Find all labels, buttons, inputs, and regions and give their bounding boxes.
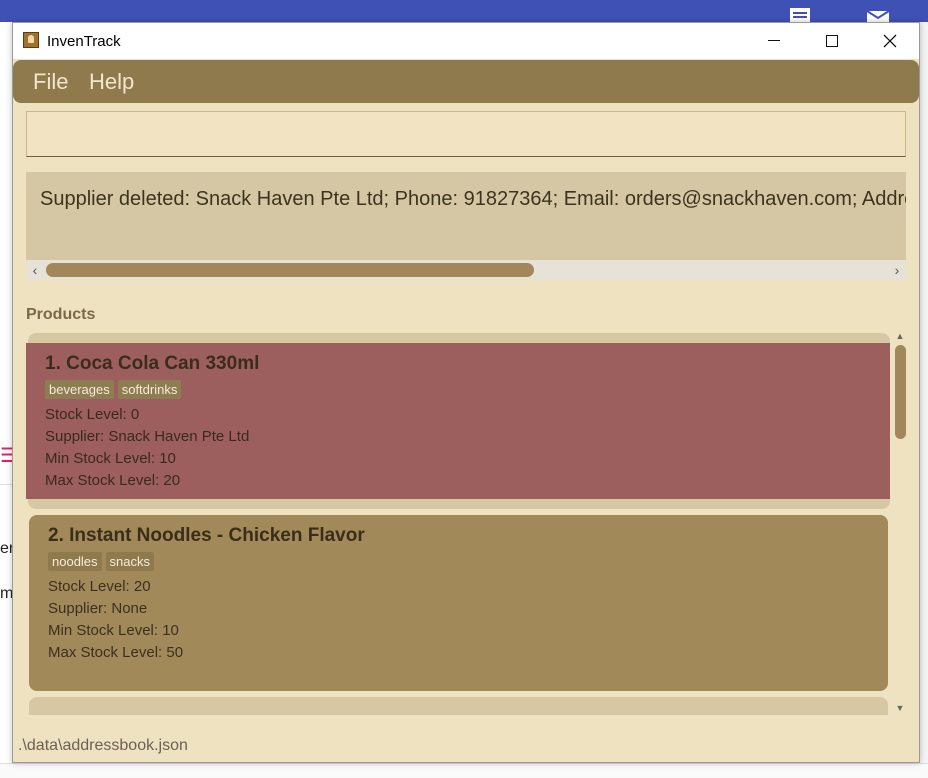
- menu-file[interactable]: File: [33, 69, 68, 95]
- scrollbar-thumb[interactable]: [895, 345, 906, 439]
- close-icon: [883, 34, 897, 48]
- tag: softdrinks: [117, 380, 182, 399]
- status-bar: .\data\addressbook.json: [13, 729, 919, 762]
- stock-level: Stock Level: 0: [45, 406, 140, 423]
- tag: noodles: [48, 552, 102, 571]
- scroll-left-icon[interactable]: ‹: [26, 260, 44, 280]
- app-icon: [23, 32, 39, 48]
- product-title: 2. Instant Noodles - Chicken Flavor: [48, 525, 365, 546]
- max-stock-level: Max Stock Level: 50: [48, 644, 184, 661]
- tag: snacks: [105, 552, 155, 571]
- stock-level: Stock Level: 20: [48, 578, 151, 595]
- product-card[interactable]: [29, 697, 888, 715]
- product-card[interactable]: 2. Instant Noodles - Chicken Flavor nood…: [29, 515, 888, 691]
- background-app-panel: ☰ er m: [0, 22, 18, 777]
- title-bar: InvenTrack: [13, 23, 919, 59]
- save-location: .\data\addressbook.json: [18, 737, 188, 754]
- app-window: InvenTrack File Help Supplier deleted: S…: [12, 22, 920, 763]
- product-card[interactable]: 1. Coca Cola Can 330ml beverages softdrin…: [26, 343, 890, 499]
- supplier: Supplier: None: [48, 600, 148, 617]
- tag: beverages: [45, 380, 114, 399]
- maximize-button[interactable]: [803, 23, 861, 59]
- products-label: Products: [26, 306, 96, 323]
- menu-help[interactable]: Help: [89, 69, 134, 95]
- window-title: InvenTrack: [47, 33, 121, 50]
- product-title: 1. Coca Cola Can 330ml: [45, 353, 260, 374]
- maximize-icon: [826, 34, 838, 47]
- min-stock-level: Min Stock Level: 10: [45, 450, 176, 467]
- minimize-icon: [768, 40, 780, 42]
- close-button[interactable]: [861, 23, 919, 59]
- product-list: 1. Coca Cola Can 330ml beverages softdrin…: [26, 329, 906, 715]
- horizontal-scrollbar[interactable]: ‹ ›: [26, 260, 906, 280]
- menu-bar: File Help: [13, 60, 919, 103]
- scroll-up-icon[interactable]: ▲: [894, 329, 906, 343]
- divider: [0, 484, 12, 485]
- tag-list: beverages softdrinks: [45, 380, 871, 402]
- supplier: Supplier: Snack Haven Pte Ltd: [45, 428, 250, 445]
- tag-list: noodles snacks: [48, 552, 869, 574]
- command-input[interactable]: [26, 111, 906, 157]
- result-text: Supplier deleted: Snack Haven Pte Ltd; P…: [40, 188, 906, 210]
- vertical-scrollbar[interactable]: ▲ ▼: [894, 329, 906, 715]
- scroll-right-icon[interactable]: ›: [888, 260, 906, 280]
- min-stock-level: Min Stock Level: 10: [48, 622, 179, 639]
- result-display: Supplier deleted: Snack Haven Pte Ltd; P…: [26, 172, 906, 260]
- background-app-footer: [0, 763, 928, 778]
- max-stock-level: Max Stock Level: 20: [45, 472, 181, 489]
- scroll-down-icon[interactable]: ▼: [894, 701, 906, 715]
- background-app-panel: [920, 22, 928, 763]
- scrollbar-thumb[interactable]: [46, 263, 534, 277]
- minimize-button[interactable]: [745, 23, 803, 59]
- background-app-header: [0, 0, 928, 24]
